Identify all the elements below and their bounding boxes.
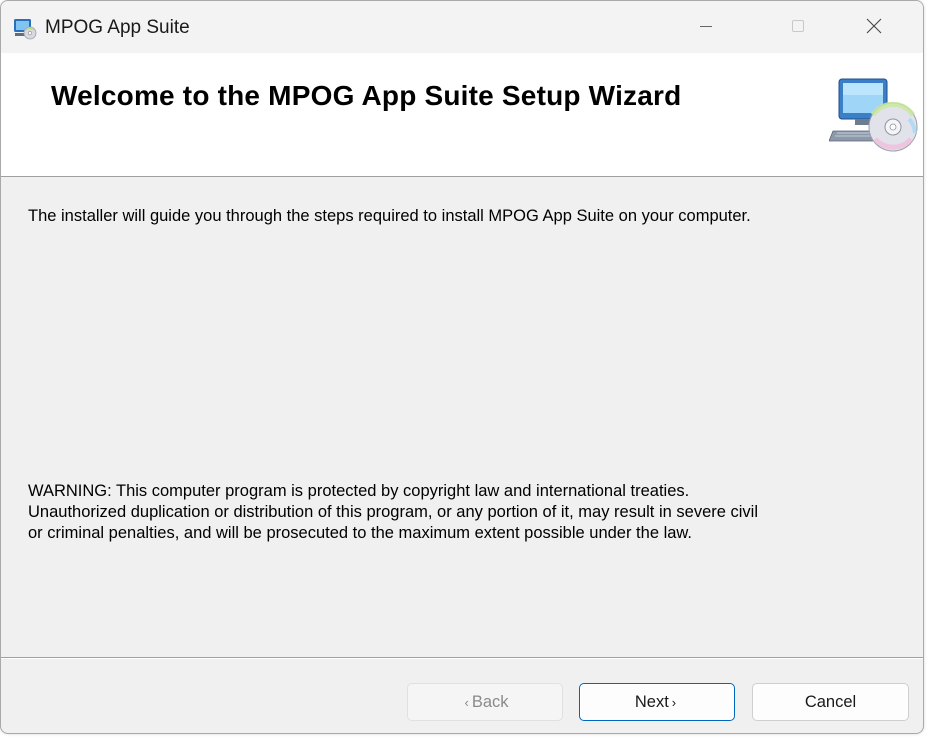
cancel-button[interactable]: Cancel xyxy=(752,683,909,721)
maximize-button[interactable] xyxy=(767,1,829,51)
installer-computer-icon xyxy=(14,19,37,40)
back-button-label: Back xyxy=(471,692,509,711)
minimize-button[interactable] xyxy=(675,1,737,51)
intro-text: The installer will guide you through the… xyxy=(28,207,751,225)
computer-cd-icon xyxy=(829,78,918,152)
chevron-left-icon: ‹ xyxy=(464,694,469,710)
next-button[interactable]: Next › xyxy=(579,683,735,721)
cancel-button-label: Cancel xyxy=(804,692,857,711)
header-banner: Welcome to the MPOG App Suite Setup Wiza… xyxy=(1,53,923,177)
back-button[interactable]: ‹ Back xyxy=(407,683,563,721)
window-title: MPOG App Suite xyxy=(45,17,190,38)
maximize-icon xyxy=(792,20,804,32)
footer-divider xyxy=(1,657,923,659)
warning-line: or criminal penalties, and will be prose… xyxy=(28,524,693,542)
wizard-heading: Welcome to the MPOG App Suite Setup Wiza… xyxy=(51,80,682,111)
close-icon xyxy=(866,18,882,34)
warning-line: WARNING: This computer program is protec… xyxy=(28,482,690,500)
wizard-body: The installer will guide you through the… xyxy=(1,177,923,657)
close-button[interactable] xyxy=(843,1,905,51)
title-bar[interactable]: MPOG App Suite xyxy=(1,1,923,53)
setup-wizard-window: MPOG App Suite Welcome to the MPOG App S… xyxy=(0,0,924,734)
copyright-warning: WARNING: This computer program is protec… xyxy=(28,481,908,544)
chevron-right-icon: › xyxy=(671,694,677,710)
warning-line: Unauthorized duplication or distribution… xyxy=(28,503,759,521)
next-button-label: Next xyxy=(634,692,669,711)
minimize-icon xyxy=(700,26,712,27)
